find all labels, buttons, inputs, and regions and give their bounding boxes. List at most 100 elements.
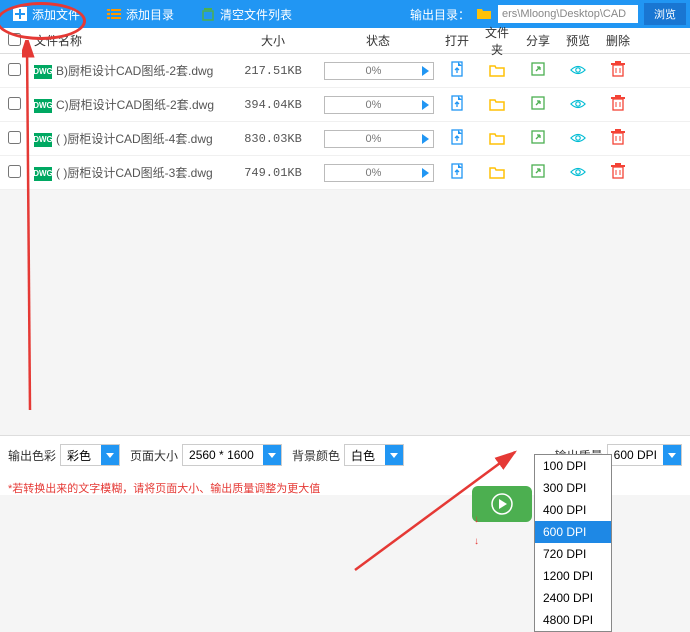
play-circle-icon bbox=[491, 493, 513, 515]
table-header: 文件名称 大小 状态 打开 文件夹 分享 预览 删除 bbox=[0, 28, 690, 54]
row-checkbox[interactable] bbox=[8, 63, 21, 76]
dpi-option[interactable]: 600 DPI bbox=[535, 521, 611, 543]
play-icon bbox=[422, 168, 429, 178]
chevron-down-icon[interactable] bbox=[101, 445, 119, 465]
open-folder-button[interactable] bbox=[489, 130, 505, 146]
open-folder-button[interactable] bbox=[489, 62, 505, 78]
dpi-option[interactable]: 4800 DPI bbox=[535, 609, 611, 631]
dwg-file-icon: DWG bbox=[34, 133, 52, 147]
add-file-label: 添加文件 bbox=[32, 6, 80, 23]
dwg-file-icon: DWG bbox=[34, 99, 52, 113]
chevron-down-icon[interactable] bbox=[385, 445, 403, 465]
bg-color-select[interactable]: 白色 bbox=[344, 444, 404, 466]
chevron-down-icon[interactable] bbox=[263, 445, 281, 465]
quality-value: 600 DPI bbox=[608, 448, 663, 462]
play-icon bbox=[422, 134, 429, 144]
open-folder-button[interactable] bbox=[489, 164, 505, 180]
progress-bar[interactable]: 0% bbox=[324, 96, 434, 114]
output-dir-label: 输出目录： bbox=[410, 6, 470, 23]
header-folder: 文件夹 bbox=[476, 24, 518, 58]
file-size: 830.03KB bbox=[244, 132, 302, 146]
header-delete: 删除 bbox=[598, 32, 638, 49]
dpi-option[interactable]: 300 DPI bbox=[535, 477, 611, 499]
open-file-button[interactable] bbox=[449, 129, 465, 145]
chevron-down-icon[interactable] bbox=[663, 445, 681, 465]
dpi-option[interactable]: 1200 DPI bbox=[535, 565, 611, 587]
delete-button[interactable] bbox=[610, 95, 626, 111]
dpi-option[interactable]: 400 DPI bbox=[535, 499, 611, 521]
convert-button[interactable] bbox=[472, 486, 532, 522]
table-row: DWG ( )厨柜设计CAD图纸-4套.dwg 830.03KB 0% bbox=[0, 122, 690, 156]
row-checkbox[interactable] bbox=[8, 97, 21, 110]
file-name: ( )厨柜设计CAD图纸-4套.dwg bbox=[56, 132, 213, 146]
share-button[interactable] bbox=[530, 163, 546, 179]
preview-button[interactable] bbox=[570, 130, 586, 146]
add-folder-label: 添加目录 bbox=[126, 6, 174, 23]
play-icon bbox=[422, 66, 429, 76]
table-row: DWG ( )厨柜设计CAD图纸-3套.dwg 749.01KB 0% bbox=[0, 156, 690, 190]
quality-select[interactable]: 600 DPI bbox=[607, 444, 682, 466]
share-button[interactable] bbox=[530, 61, 546, 77]
header-name: 文件名称 bbox=[28, 32, 228, 49]
add-file-button[interactable]: 添加文件 bbox=[4, 4, 88, 25]
open-file-button[interactable] bbox=[449, 163, 465, 179]
play-icon bbox=[422, 100, 429, 110]
dwg-file-icon: DWG bbox=[34, 167, 52, 181]
page-size-select[interactable]: 2560 * 1600 bbox=[182, 444, 282, 466]
header-preview: 预览 bbox=[558, 32, 598, 49]
dwg-file-icon: DWG bbox=[34, 65, 52, 79]
clear-icon bbox=[200, 6, 216, 22]
file-size: 217.51KB bbox=[244, 64, 302, 78]
list-icon bbox=[106, 6, 122, 22]
file-name: ( )厨柜设计CAD图纸-3套.dwg bbox=[56, 166, 213, 180]
open-file-button[interactable] bbox=[449, 61, 465, 77]
table-row: DWG C)厨柜设计CAD图纸-2套.dwg 394.04KB 0% bbox=[0, 88, 690, 122]
delete-button[interactable] bbox=[610, 129, 626, 145]
share-button[interactable] bbox=[530, 129, 546, 145]
clear-list-button[interactable]: 清空文件列表 bbox=[192, 4, 300, 25]
progress-bar[interactable]: 0% bbox=[324, 62, 434, 80]
delete-button[interactable] bbox=[610, 61, 626, 77]
color-value: 彩色 bbox=[61, 447, 101, 464]
preview-button[interactable] bbox=[570, 164, 586, 180]
output-path-field[interactable]: ers\Mloong\Desktop\CAD bbox=[498, 5, 638, 23]
file-name: B)厨柜设计CAD图纸-2套.dwg bbox=[56, 64, 213, 78]
file-name: C)厨柜设计CAD图纸-2套.dwg bbox=[56, 98, 214, 112]
annotation-marks: ↓↓ bbox=[474, 514, 479, 547]
open-folder-button[interactable] bbox=[489, 96, 505, 112]
browse-button[interactable]: 浏览 bbox=[644, 3, 686, 25]
color-label: 输出色彩 bbox=[8, 447, 56, 464]
header-share: 分享 bbox=[518, 32, 558, 49]
color-select[interactable]: 彩色 bbox=[60, 444, 120, 466]
page-size-label: 页面大小 bbox=[130, 447, 178, 464]
folder-icon bbox=[476, 6, 492, 23]
dpi-option[interactable]: 100 DPI bbox=[535, 455, 611, 477]
progress-text: 0% bbox=[325, 167, 422, 179]
file-size: 749.01KB bbox=[244, 166, 302, 180]
row-checkbox[interactable] bbox=[8, 131, 21, 144]
file-size: 394.04KB bbox=[244, 98, 302, 112]
dpi-option[interactable]: 720 DPI bbox=[535, 543, 611, 565]
progress-bar[interactable]: 0% bbox=[324, 164, 434, 182]
plus-icon bbox=[12, 6, 28, 22]
preview-button[interactable] bbox=[570, 96, 586, 112]
select-all-checkbox[interactable] bbox=[8, 33, 21, 46]
dpi-option[interactable]: 2400 DPI bbox=[535, 587, 611, 609]
progress-text: 0% bbox=[325, 99, 422, 111]
progress-text: 0% bbox=[325, 133, 422, 145]
bg-color-value: 白色 bbox=[345, 447, 385, 464]
progress-text: 0% bbox=[325, 65, 422, 77]
row-checkbox[interactable] bbox=[8, 165, 21, 178]
table-row: DWG B)厨柜设计CAD图纸-2套.dwg 217.51KB 0% bbox=[0, 54, 690, 88]
header-status: 状态 bbox=[318, 32, 438, 49]
open-file-button[interactable] bbox=[449, 95, 465, 111]
bg-color-label: 背景颜色 bbox=[292, 447, 340, 464]
share-button[interactable] bbox=[530, 95, 546, 111]
add-folder-button[interactable]: 添加目录 bbox=[98, 4, 182, 25]
page-size-value: 2560 * 1600 bbox=[183, 448, 263, 462]
delete-button[interactable] bbox=[610, 163, 626, 179]
progress-bar[interactable]: 0% bbox=[324, 130, 434, 148]
preview-button[interactable] bbox=[570, 62, 586, 78]
dpi-dropdown: 100 DPI300 DPI400 DPI600 DPI720 DPI1200 … bbox=[534, 454, 612, 632]
file-table: 文件名称 大小 状态 打开 文件夹 分享 预览 删除 DWG B)厨柜设计CAD图… bbox=[0, 28, 690, 190]
